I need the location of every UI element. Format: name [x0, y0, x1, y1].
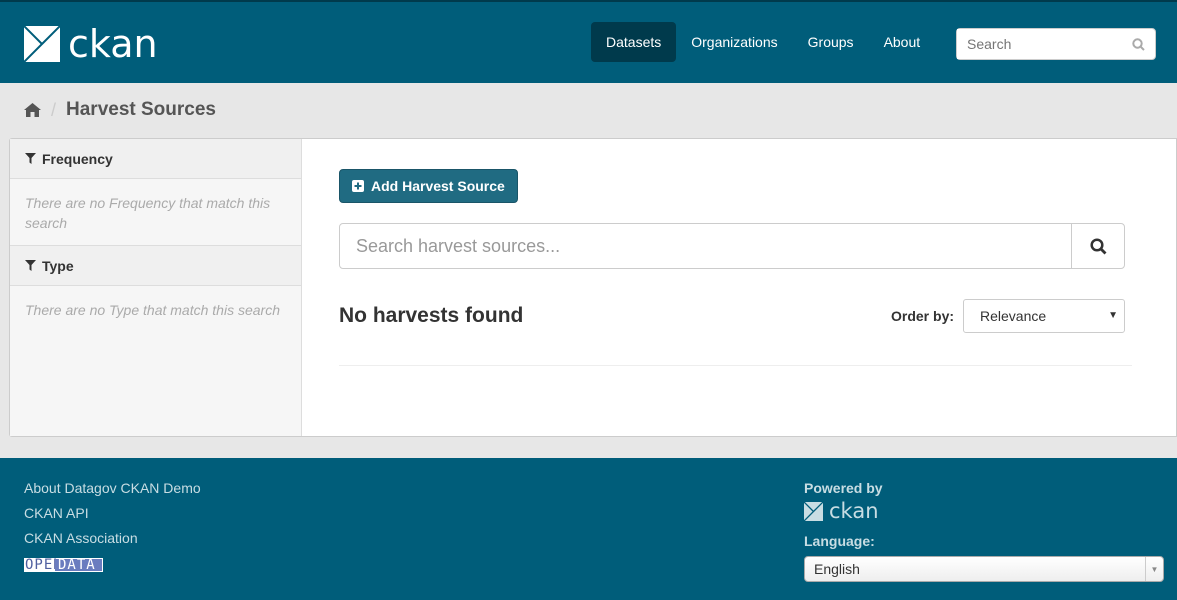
order-by-value: Relevance [980, 308, 1047, 324]
harvest-search-input[interactable] [340, 224, 1071, 268]
footer-link-about[interactable]: About Datagov CKAN Demo [24, 480, 201, 496]
ckan-logo-icon [804, 501, 823, 521]
add-harvest-source-button[interactable]: Add Harvest Source [339, 169, 518, 203]
ckan-logo[interactable]: ckan [24, 22, 158, 66]
nav-about[interactable]: About [869, 22, 936, 62]
nav-datasets[interactable]: Datasets [591, 22, 677, 62]
home-icon[interactable] [24, 103, 41, 117]
results-heading: No harvests found [339, 304, 524, 327]
footer-link-api[interactable]: CKAN API [24, 505, 201, 521]
caret-down-icon: ▼ [1145, 557, 1163, 581]
site-footer: About Datagov CKAN Demo CKAN API CKAN As… [0, 458, 1177, 600]
plus-square-icon [352, 180, 364, 192]
language-select[interactable]: English ▼ [804, 556, 1164, 582]
search-submit-button[interactable] [1071, 224, 1124, 268]
facet-sidebar: Frequency There are no Frequency that ma… [10, 139, 302, 436]
footer-link-association[interactable]: CKAN Association [24, 530, 201, 546]
facet-title: Type [42, 257, 74, 274]
language-label: Language: [804, 533, 875, 549]
content-wrapper: Frequency There are no Frequency that ma… [9, 138, 1177, 437]
divider [339, 365, 1132, 366]
facet-title: Frequency [42, 150, 113, 167]
add-label: Add Harvest Source [371, 178, 505, 194]
language-value: English [814, 561, 860, 577]
brand-text: ckan [829, 499, 879, 523]
filter-icon [25, 260, 36, 271]
search-icon [1089, 237, 1106, 254]
brand-text: ckan [68, 22, 158, 66]
header-search [956, 28, 1156, 60]
open-data-badge[interactable]: OPEN DATA [24, 558, 103, 572]
facet-type-header: Type [10, 246, 301, 286]
breadcrumb-current[interactable]: Harvest Sources [66, 99, 216, 121]
facet-frequency-empty: There are no Frequency that match this s… [10, 179, 301, 246]
main-content: Add Harvest Source No harvests found Ord… [302, 139, 1176, 436]
harvest-search [339, 223, 1125, 269]
caret-down-icon: ▼ [1108, 310, 1118, 321]
nav-groups[interactable]: Groups [793, 22, 869, 62]
facet-frequency-header: Frequency [10, 139, 301, 179]
breadcrumb: / Harvest Sources [24, 99, 216, 121]
powered-by-label: Powered by [804, 480, 883, 496]
main-nav: Datasets Organizations Groups About [591, 22, 935, 62]
filter-icon [25, 153, 36, 164]
order-by-label: Order by: [891, 308, 955, 324]
open-data-data: DATA [55, 558, 102, 572]
search-icon[interactable] [1132, 38, 1145, 51]
site-header: ckan Datasets Organizations Groups About [0, 2, 1177, 83]
breadcrumb-separator: / [51, 99, 57, 120]
order-by-select[interactable]: Relevance ▼ [963, 299, 1125, 333]
nav-organizations[interactable]: Organizations [676, 22, 792, 62]
open-data-open: OPEN [25, 557, 63, 573]
ckan-logo-icon [24, 26, 60, 62]
footer-links: About Datagov CKAN Demo CKAN API CKAN As… [24, 480, 201, 572]
powered-by-ckan-logo[interactable]: ckan [804, 499, 879, 523]
facet-type-empty: There are no Type that match this search [25, 302, 280, 318]
header-search-input[interactable] [957, 29, 1127, 59]
